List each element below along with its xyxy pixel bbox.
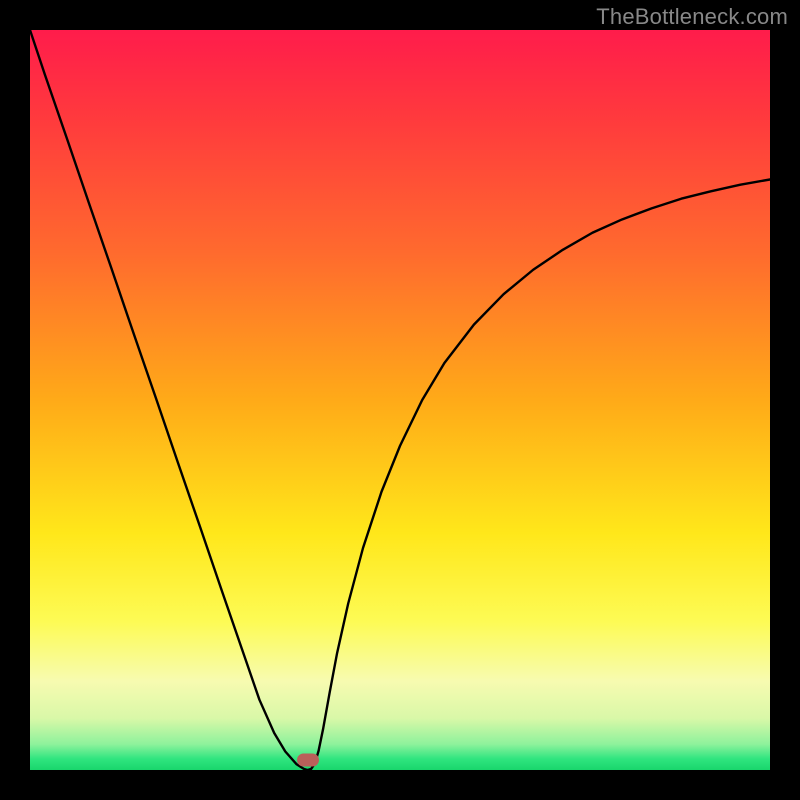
watermark-text: TheBottleneck.com xyxy=(596,4,788,30)
bottleneck-plot xyxy=(30,30,770,770)
optimal-point-marker xyxy=(297,753,319,766)
plot-background xyxy=(30,30,770,770)
chart-frame: TheBottleneck.com xyxy=(0,0,800,800)
